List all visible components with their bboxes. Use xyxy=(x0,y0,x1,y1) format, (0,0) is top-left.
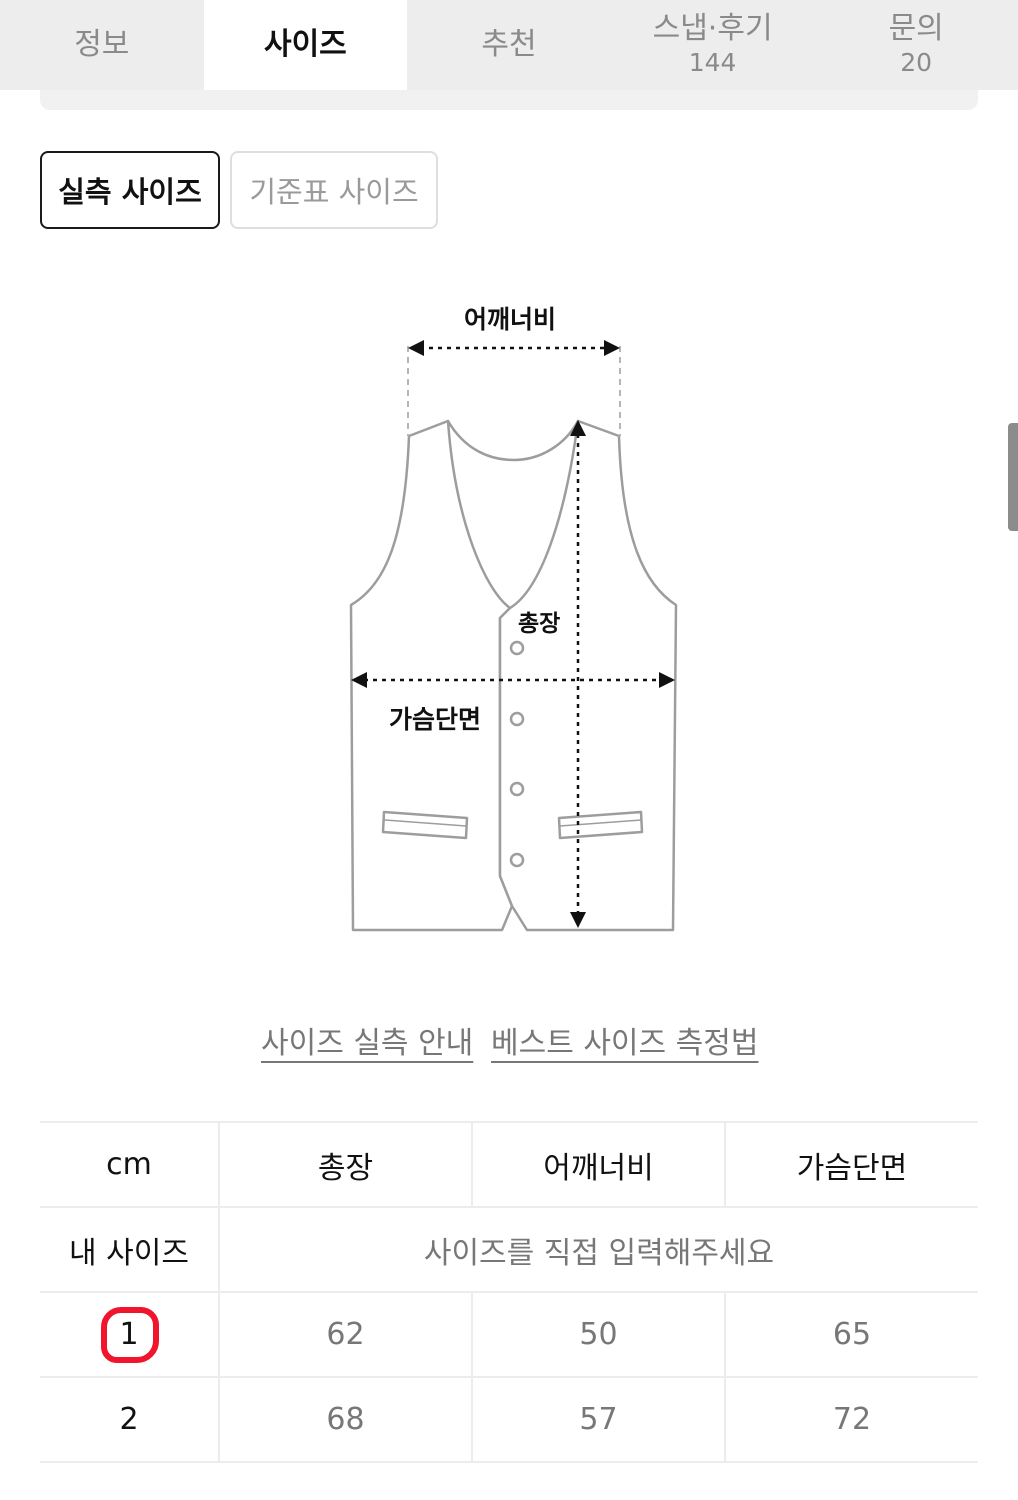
table-cell: 57 xyxy=(471,1376,725,1463)
table-cell: 72 xyxy=(724,1376,978,1463)
table-cell: 50 xyxy=(471,1291,725,1378)
tab-panel-edge xyxy=(40,90,978,110)
tab-count: 144 xyxy=(688,48,737,77)
tab-inquiry[interactable]: 문의 20 xyxy=(814,0,1018,90)
my-size-input-prompt[interactable]: 사이즈를 직접 입력해주세요 xyxy=(218,1206,978,1293)
size-label-cell: 1 xyxy=(40,1291,219,1378)
highlighted-size: 1 xyxy=(101,1307,160,1363)
table-header-row: cm 총장 어깨너비 가슴단면 xyxy=(40,1121,978,1208)
vest-illustration xyxy=(349,340,678,932)
scrollbar-thumb[interactable] xyxy=(1008,423,1018,531)
tab-count: 20 xyxy=(900,48,933,77)
tab-recommend[interactable]: 추천 xyxy=(407,0,611,90)
tab-label: 스냅·후기 xyxy=(652,11,773,46)
measure-method-link[interactable]: 베스트 사이즈 측정법 xyxy=(491,1018,758,1062)
tab-size[interactable]: 사이즈 xyxy=(203,0,408,90)
red-circle-annotation xyxy=(101,1307,160,1363)
column-header: 총장 xyxy=(218,1121,472,1208)
total-length-label: 총장 xyxy=(518,611,561,637)
tab-label: 사이즈 xyxy=(263,27,347,62)
column-header: 가슴단면 xyxy=(724,1121,978,1208)
tab-bar: 정보 사이즈 추천 스냅·후기 144 문의 20 xyxy=(0,0,1018,90)
my-size-label: 내 사이즈 xyxy=(40,1206,219,1293)
table-cell: 65 xyxy=(724,1291,978,1378)
tab-info[interactable]: 정보 xyxy=(0,0,204,90)
table-row: 2 68 57 72 xyxy=(40,1376,978,1463)
tab-snap-review[interactable]: 스냅·후기 144 xyxy=(611,0,815,90)
size-guide-link[interactable]: 사이즈 실측 안내 xyxy=(261,1018,473,1062)
tab-label: 문의 xyxy=(888,11,944,46)
size-label: 2 xyxy=(40,1376,219,1463)
standard-size-button[interactable]: 기준표 사이즈 xyxy=(230,151,438,229)
unit-cell: cm xyxy=(40,1121,219,1208)
vest-measurement-diagram: 어깨너비 총장 가슴단면 xyxy=(0,270,1018,970)
column-header: 어깨너비 xyxy=(471,1121,725,1208)
table-cell: 68 xyxy=(218,1376,472,1463)
table-row: 1 62 50 65 xyxy=(40,1291,978,1378)
my-size-row[interactable]: 내 사이즈 사이즈를 직접 입력해주세요 xyxy=(40,1206,978,1293)
tab-label: 추천 xyxy=(481,27,537,62)
guide-links: 사이즈 실측 안내 베스트 사이즈 측정법 xyxy=(0,1018,1018,1061)
tab-label: 정보 xyxy=(74,27,130,62)
actual-size-button[interactable]: 실측 사이즈 xyxy=(40,151,220,229)
table-cell: 62 xyxy=(218,1291,472,1378)
size-table: cm 총장 어깨너비 가슴단면 내 사이즈 사이즈를 직접 입력해주세요 1 6… xyxy=(40,1121,978,1463)
shoulder-width-label: 어깨너비 xyxy=(464,305,557,334)
chest-width-label: 가슴단면 xyxy=(389,705,482,734)
